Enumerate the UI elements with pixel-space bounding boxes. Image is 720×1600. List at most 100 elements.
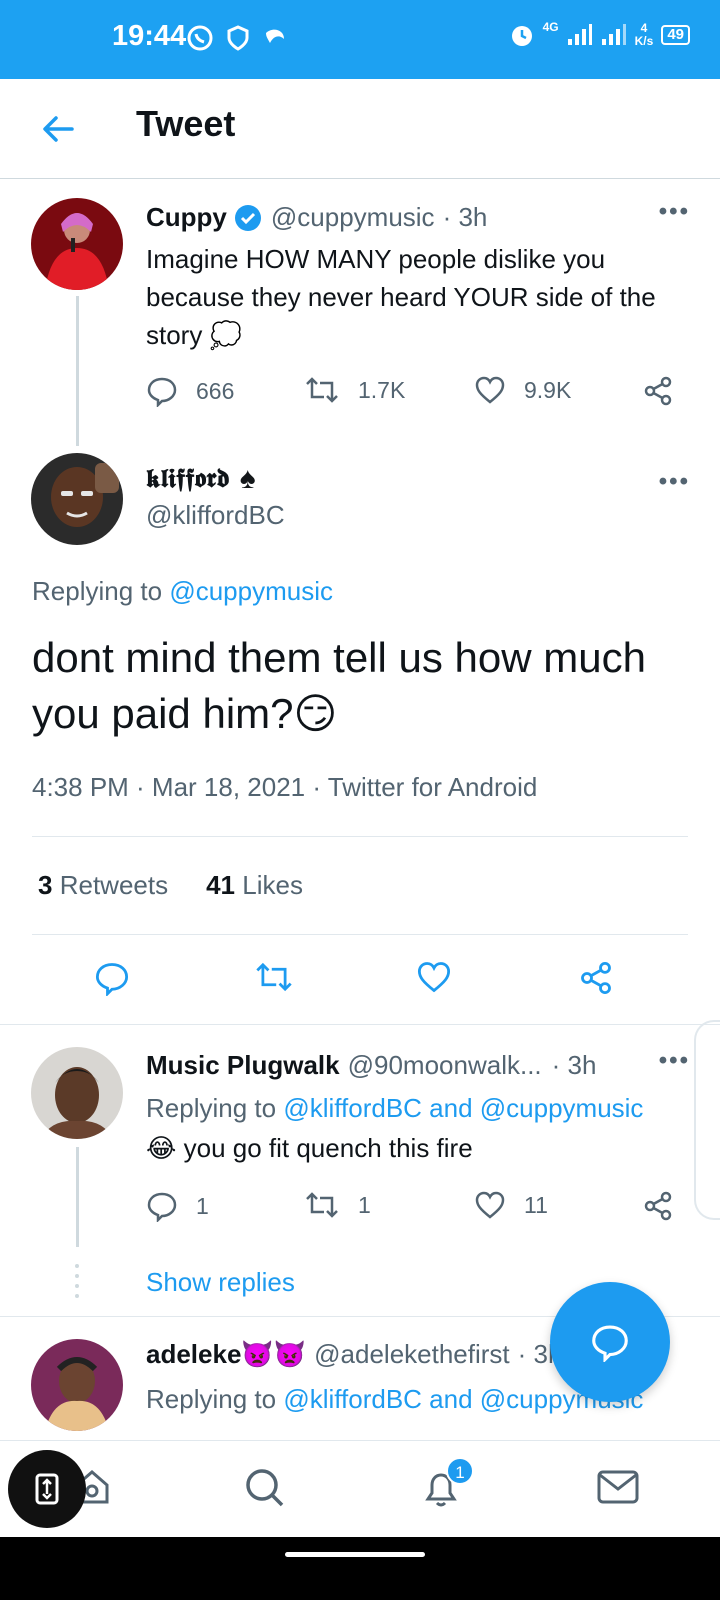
status-time: 19:44	[112, 20, 187, 52]
replying-to: Replying to @kliffordBC and @cuppymusic	[146, 1089, 706, 1127]
share-icon[interactable]	[578, 960, 614, 996]
divider	[32, 934, 688, 935]
tweet-text: Imagine HOW MANY people dislike you beca…	[146, 240, 686, 354]
floating-switch-button[interactable]	[8, 1450, 86, 1528]
replying-to-link[interactable]: @kliffordBC	[283, 1384, 422, 1414]
reply-action[interactable]: 1	[146, 1190, 209, 1222]
tweet-author-row: Music Plugwalk @90moonwalk... · 3h	[146, 1050, 596, 1081]
network-speed: 4 K/s	[635, 22, 654, 48]
author-name[interactable]: 𝖐𝖑𝖎𝖋𝖋𝖔𝖗𝖉	[146, 463, 230, 495]
devil-emoji: 👿👿	[241, 1339, 307, 1369]
mail-icon[interactable]	[596, 1467, 640, 1507]
tweet-stats: 3 Retweets 41 Likes	[38, 870, 303, 901]
avatar[interactable]	[31, 1047, 123, 1139]
author-name[interactable]: Cuppy	[146, 202, 227, 233]
reply-action[interactable]: 666	[146, 375, 234, 407]
retweet-icon[interactable]	[254, 960, 294, 994]
retweets-stat-count: 3	[38, 870, 53, 900]
tweet-timestamp[interactable]: 4:38 PM · Mar 18, 2021 · Twitter for And…	[32, 772, 537, 803]
author-handle[interactable]: @cuppymusic	[271, 202, 435, 233]
network-type: 4G	[542, 20, 559, 34]
avatar[interactable]	[31, 198, 123, 290]
retweets-stat[interactable]: 3 Retweets	[38, 870, 168, 901]
reply-icon[interactable]	[94, 960, 130, 996]
show-replies-link[interactable]: Show replies	[146, 1267, 295, 1298]
reply-tweet[interactable]: Music Plugwalk @90moonwalk... · 3h ••• R…	[0, 1025, 720, 1317]
reply-count: 666	[196, 377, 235, 404]
dotted-thread-icon	[75, 1264, 79, 1298]
thread-line	[76, 1147, 79, 1247]
share-icon	[644, 1191, 672, 1221]
like-action[interactable]: 9.9K	[474, 375, 571, 405]
replying-to-link[interactable]: @kliffordBC	[283, 1093, 422, 1123]
reply-icon	[147, 1192, 177, 1222]
share-action[interactable]	[642, 375, 674, 407]
app-header: Tweet	[0, 79, 720, 179]
page-title: Tweet	[136, 103, 236, 144]
replying-to-prefix: Replying to	[32, 576, 170, 606]
edge-panel-handle[interactable]	[694, 1020, 720, 1220]
battery-indicator: 49	[661, 25, 690, 45]
thread-line	[76, 296, 79, 446]
tweet-author-row: adeleke 👿👿 @adelekethefirst · 3h	[146, 1339, 562, 1370]
avatar[interactable]	[31, 453, 123, 545]
retweet-action[interactable]: 1	[304, 1190, 371, 1220]
replying-to-link[interactable]: @cuppymusic	[480, 1093, 644, 1123]
author-handle[interactable]: @90moonwalk...	[348, 1050, 542, 1081]
replying-to-prefix: Replying to	[146, 1093, 284, 1123]
tweet-text-content: you go fit quench this fire	[176, 1133, 473, 1163]
share-action[interactable]	[642, 1190, 674, 1222]
tweet-time: · 3h	[442, 202, 488, 232]
status-icons-right: 4G 4 K/s 49	[509, 20, 690, 48]
divider	[32, 836, 688, 837]
replying-to-and: and	[421, 1093, 480, 1123]
like-action[interactable]: 11	[474, 1190, 548, 1220]
notification-badge: 1	[446, 1457, 474, 1485]
thought-bubble-emoji: 💭	[209, 320, 242, 350]
whatsapp-icon	[187, 25, 213, 51]
signal-icon	[567, 24, 592, 45]
tweet-author-row: Cuppy @cuppymusic · 3h	[146, 202, 487, 233]
like-count: 9.9K	[524, 376, 572, 403]
verified-badge-icon	[234, 204, 261, 231]
heart-icon[interactable]	[416, 960, 452, 994]
author-handle-row: @kliffordBC	[146, 500, 285, 531]
focus-tweet-actions	[0, 960, 720, 1020]
replying-to-link[interactable]: @cuppymusic	[169, 576, 333, 606]
more-options-icon[interactable]: •••	[659, 1047, 690, 1075]
back-arrow-icon[interactable]	[38, 109, 78, 149]
author-handle[interactable]: @adelekethefirst	[314, 1339, 510, 1370]
laughing-emoji: 😂	[146, 1133, 177, 1163]
heart-icon	[475, 1191, 505, 1219]
smirk-emoji: 😏	[293, 690, 338, 737]
network-speed-unit: K/s	[634, 34, 654, 48]
tweet-actions: 666 1.7K 9.9K	[146, 375, 686, 415]
retweet-action[interactable]: 1.7K	[304, 375, 405, 405]
retweet-icon	[306, 1192, 338, 1218]
system-gesture-bar	[0, 1537, 720, 1600]
likes-stat[interactable]: 41 Likes	[206, 870, 303, 901]
focus-tweet: 𝖐𝖑𝖎𝖋𝖋𝖔𝖗𝖉 ♠ @kliffordBC ••• Replying to @…	[0, 450, 720, 1025]
author-name[interactable]: Music Plugwalk	[146, 1050, 340, 1081]
compose-reply-button[interactable]	[550, 1282, 670, 1402]
signal-icon-2	[601, 24, 626, 45]
focus-tweet-text-content: dont mind them tell us how much you paid…	[32, 634, 646, 737]
switch-icon	[35, 1473, 59, 1505]
author-handle[interactable]: @kliffordBC	[146, 500, 285, 531]
status-bar: 19:44 4G 4 K/s 49	[0, 0, 720, 79]
search-icon[interactable]	[244, 1467, 286, 1509]
home-gesture-pill[interactable]	[285, 1552, 425, 1557]
author-name[interactable]: adeleke	[146, 1339, 241, 1370]
share-icon	[644, 376, 672, 406]
avatar[interactable]	[31, 1339, 123, 1431]
replying-to: Replying to @cuppymusic	[32, 576, 333, 607]
likes-stat-label: Likes	[242, 870, 303, 900]
bottom-nav: 1	[0, 1440, 720, 1537]
reply-icon	[147, 377, 177, 407]
tweet-text: 😂 you go fit quench this fire	[146, 1129, 686, 1167]
more-options-icon[interactable]: •••	[659, 198, 690, 226]
more-options-icon[interactable]: •••	[659, 468, 690, 496]
alarm-icon	[511, 26, 532, 46]
parent-tweet[interactable]: Cuppy @cuppymusic · 3h ••• Imagine HOW M…	[0, 180, 720, 450]
focus-tweet-text: dont mind them tell us how much you paid…	[32, 630, 692, 742]
